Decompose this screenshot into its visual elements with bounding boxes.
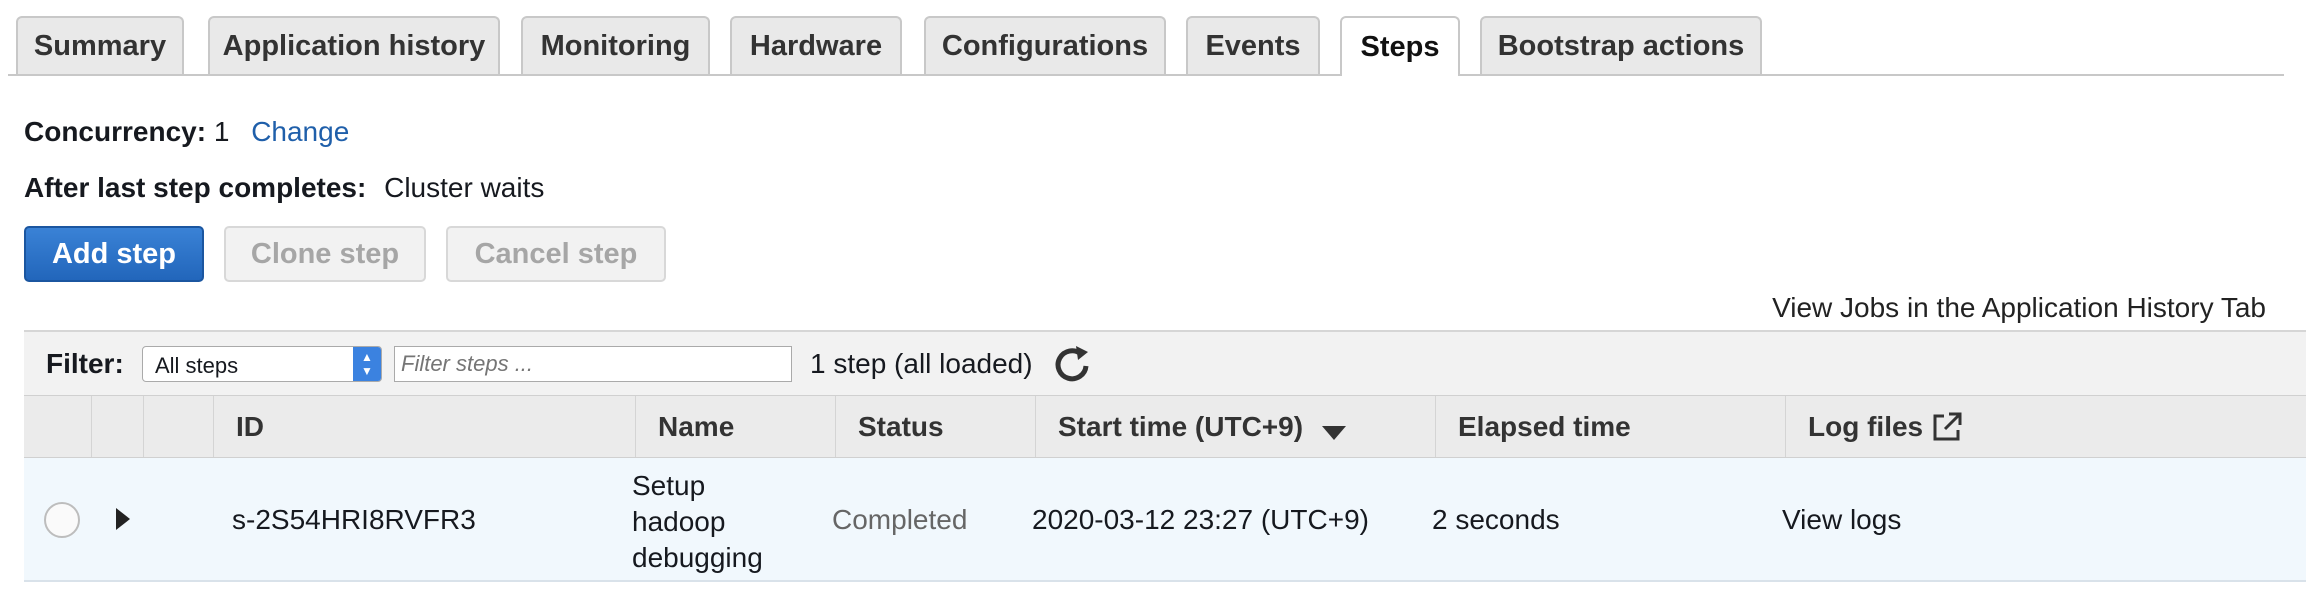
clone-step-button[interactable]: Clone step — [224, 226, 426, 282]
tab-summary[interactable]: Summary — [16, 16, 184, 74]
step-elapsed-time: 2 seconds — [1432, 504, 1560, 535]
tab-monitoring[interactable]: Monitoring — [521, 16, 710, 74]
expand-column-header — [92, 396, 144, 457]
view-logs-link[interactable]: View logs — [1782, 504, 1901, 536]
elapsed-time-column-header[interactable]: Elapsed time — [1436, 396, 1786, 457]
tab-events[interactable]: Events — [1186, 16, 1320, 74]
step-filter-selected: All steps — [155, 353, 239, 378]
refresh-icon[interactable] — [1050, 342, 1094, 386]
step-count: 1 step (all loaded) — [810, 348, 1033, 379]
concurrency-label: Concurrency: — [24, 116, 207, 147]
view-jobs-link[interactable]: View Jobs in the Application History Tab — [1772, 292, 2266, 324]
spacer-column-header — [144, 396, 214, 457]
concurrency-value: 1 — [213, 116, 230, 147]
external-link-icon[interactable] — [1931, 411, 1963, 443]
after-step-label: After last step completes: — [24, 172, 367, 203]
name-column-header[interactable]: Name — [636, 396, 836, 457]
step-name-line: Setup — [632, 470, 706, 501]
step-id: s-2S54HRI8RVFR3 — [232, 504, 476, 535]
sort-desc-icon — [1322, 425, 1347, 440]
after-step-value: Cluster waits — [384, 172, 545, 203]
steps-table-header: ID Name Status Start time (UTC+9) Elapse… — [24, 395, 2306, 458]
tab-steps[interactable]: Steps — [1340, 16, 1460, 76]
concurrency-line: Concurrency: 1 Change — [24, 116, 349, 148]
after-step-line: After last step completes: Cluster waits — [24, 172, 544, 204]
log-files-header-label: Log files — [1808, 410, 1924, 442]
step-start-time: 2020-03-12 23:27 (UTC+9) — [1032, 504, 1369, 535]
step-filter-select[interactable]: All steps ▲ ▼ — [142, 346, 382, 382]
add-step-button[interactable]: Add step — [24, 226, 204, 282]
table-row[interactable]: s-2S54HRI8RVFR3 Setup hadoop debugging C… — [24, 458, 2306, 582]
status-column-header[interactable]: Status — [836, 396, 1036, 457]
step-name-line: debugging — [632, 542, 763, 573]
row-select-radio[interactable] — [44, 502, 80, 538]
tab-hardware[interactable]: Hardware — [730, 16, 902, 74]
tab-configurations[interactable]: Configurations — [924, 16, 1166, 74]
log-files-column-header: Log files — [1786, 396, 2306, 457]
filter-steps-input[interactable] — [394, 346, 792, 382]
tab-bootstrap-actions[interactable]: Bootstrap actions — [1480, 16, 1762, 74]
tab-bar: Summary Application history Monitoring H… — [0, 0, 2306, 76]
select-arrows-icon: ▲ ▼ — [353, 347, 381, 381]
step-name-line: hadoop — [632, 506, 726, 537]
start-time-column-header[interactable]: Start time (UTC+9) — [1036, 396, 1436, 457]
expand-arrow-icon[interactable] — [116, 508, 130, 530]
tab-bar-divider — [8, 74, 2284, 76]
id-column-header[interactable]: ID — [214, 396, 636, 457]
tab-application-history[interactable]: Application history — [208, 16, 500, 74]
filter-bar: Filter: All steps ▲▼ 1 step (all loaded) — [24, 330, 2306, 395]
start-time-header-label: Start time (UTC+9) — [1058, 410, 1304, 442]
step-status: Completed — [832, 504, 968, 535]
concurrency-change-link[interactable]: Change — [251, 116, 349, 147]
select-column-header — [24, 396, 92, 457]
filter-label: Filter: — [46, 348, 124, 379]
step-name: Setup hadoop debugging — [632, 468, 763, 576]
cancel-step-button[interactable]: Cancel step — [446, 226, 666, 282]
